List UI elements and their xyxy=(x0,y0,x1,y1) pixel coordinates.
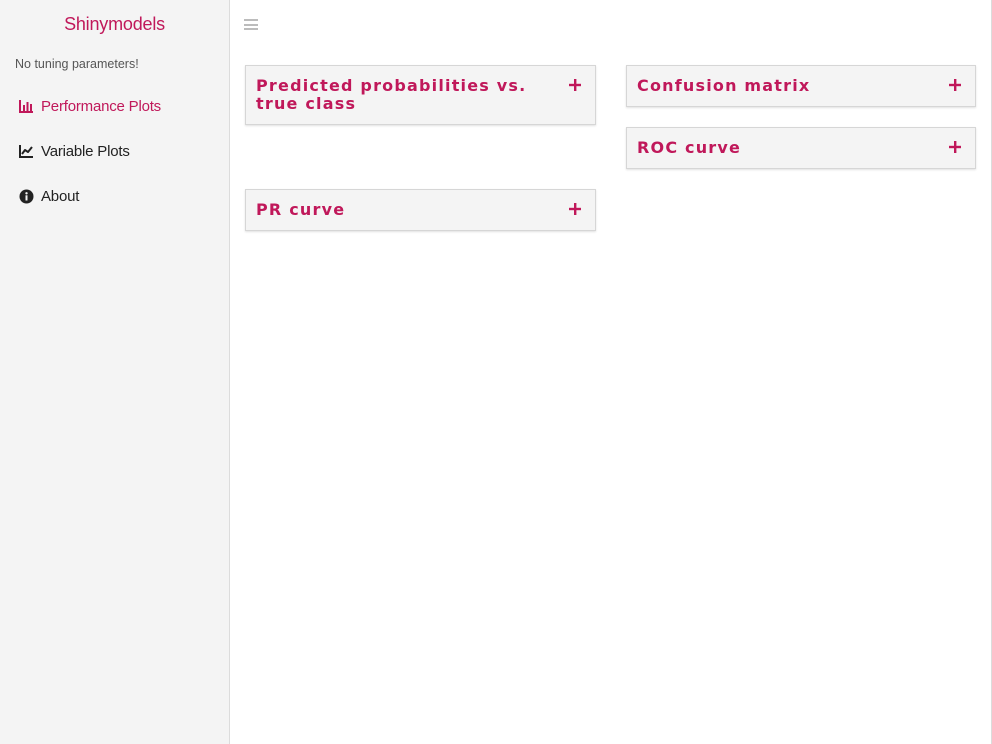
hamburger-menu-icon[interactable] xyxy=(244,19,258,31)
sidebar-item-label: About xyxy=(41,187,80,205)
plus-icon[interactable] xyxy=(569,202,581,215)
app-window: Shinymodels No tuning parameters! Perfor… xyxy=(0,0,992,744)
sidebar-item-variable-plots[interactable]: Variable Plots xyxy=(18,139,130,163)
box-title: Confusion matrix xyxy=(637,76,811,95)
box-confusion-matrix[interactable]: Confusion matrix xyxy=(626,65,976,107)
tuning-note: No tuning parameters! xyxy=(15,57,139,71)
box-predicted-probabilities[interactable]: Predicted probabilities vs. true class xyxy=(245,65,596,125)
plus-icon[interactable] xyxy=(569,78,581,91)
box-title: Predicted probabilities vs. true class xyxy=(256,76,527,113)
app-brand[interactable]: Shinymodels xyxy=(0,14,229,35)
box-roc-curve[interactable]: ROC curve xyxy=(626,127,976,169)
sidebar-item-performance-plots[interactable]: Performance Plots xyxy=(18,94,161,118)
main-content: Predicted probabilities vs. true class C… xyxy=(230,0,992,744)
sidebar: Shinymodels No tuning parameters! Perfor… xyxy=(0,0,230,744)
sidebar-item-label: Performance Plots xyxy=(41,97,161,115)
box-title: PR curve xyxy=(256,200,346,219)
plus-icon[interactable] xyxy=(949,78,961,91)
sidebar-item-label: Variable Plots xyxy=(41,142,130,160)
plus-icon[interactable] xyxy=(949,140,961,153)
box-pr-curve[interactable]: PR curve xyxy=(245,189,596,231)
info-circle-icon xyxy=(18,188,34,204)
bar-chart-icon xyxy=(18,98,34,114)
sidebar-item-about[interactable]: About xyxy=(18,184,79,208)
line-chart-icon xyxy=(18,143,34,159)
box-title: ROC curve xyxy=(637,138,742,157)
